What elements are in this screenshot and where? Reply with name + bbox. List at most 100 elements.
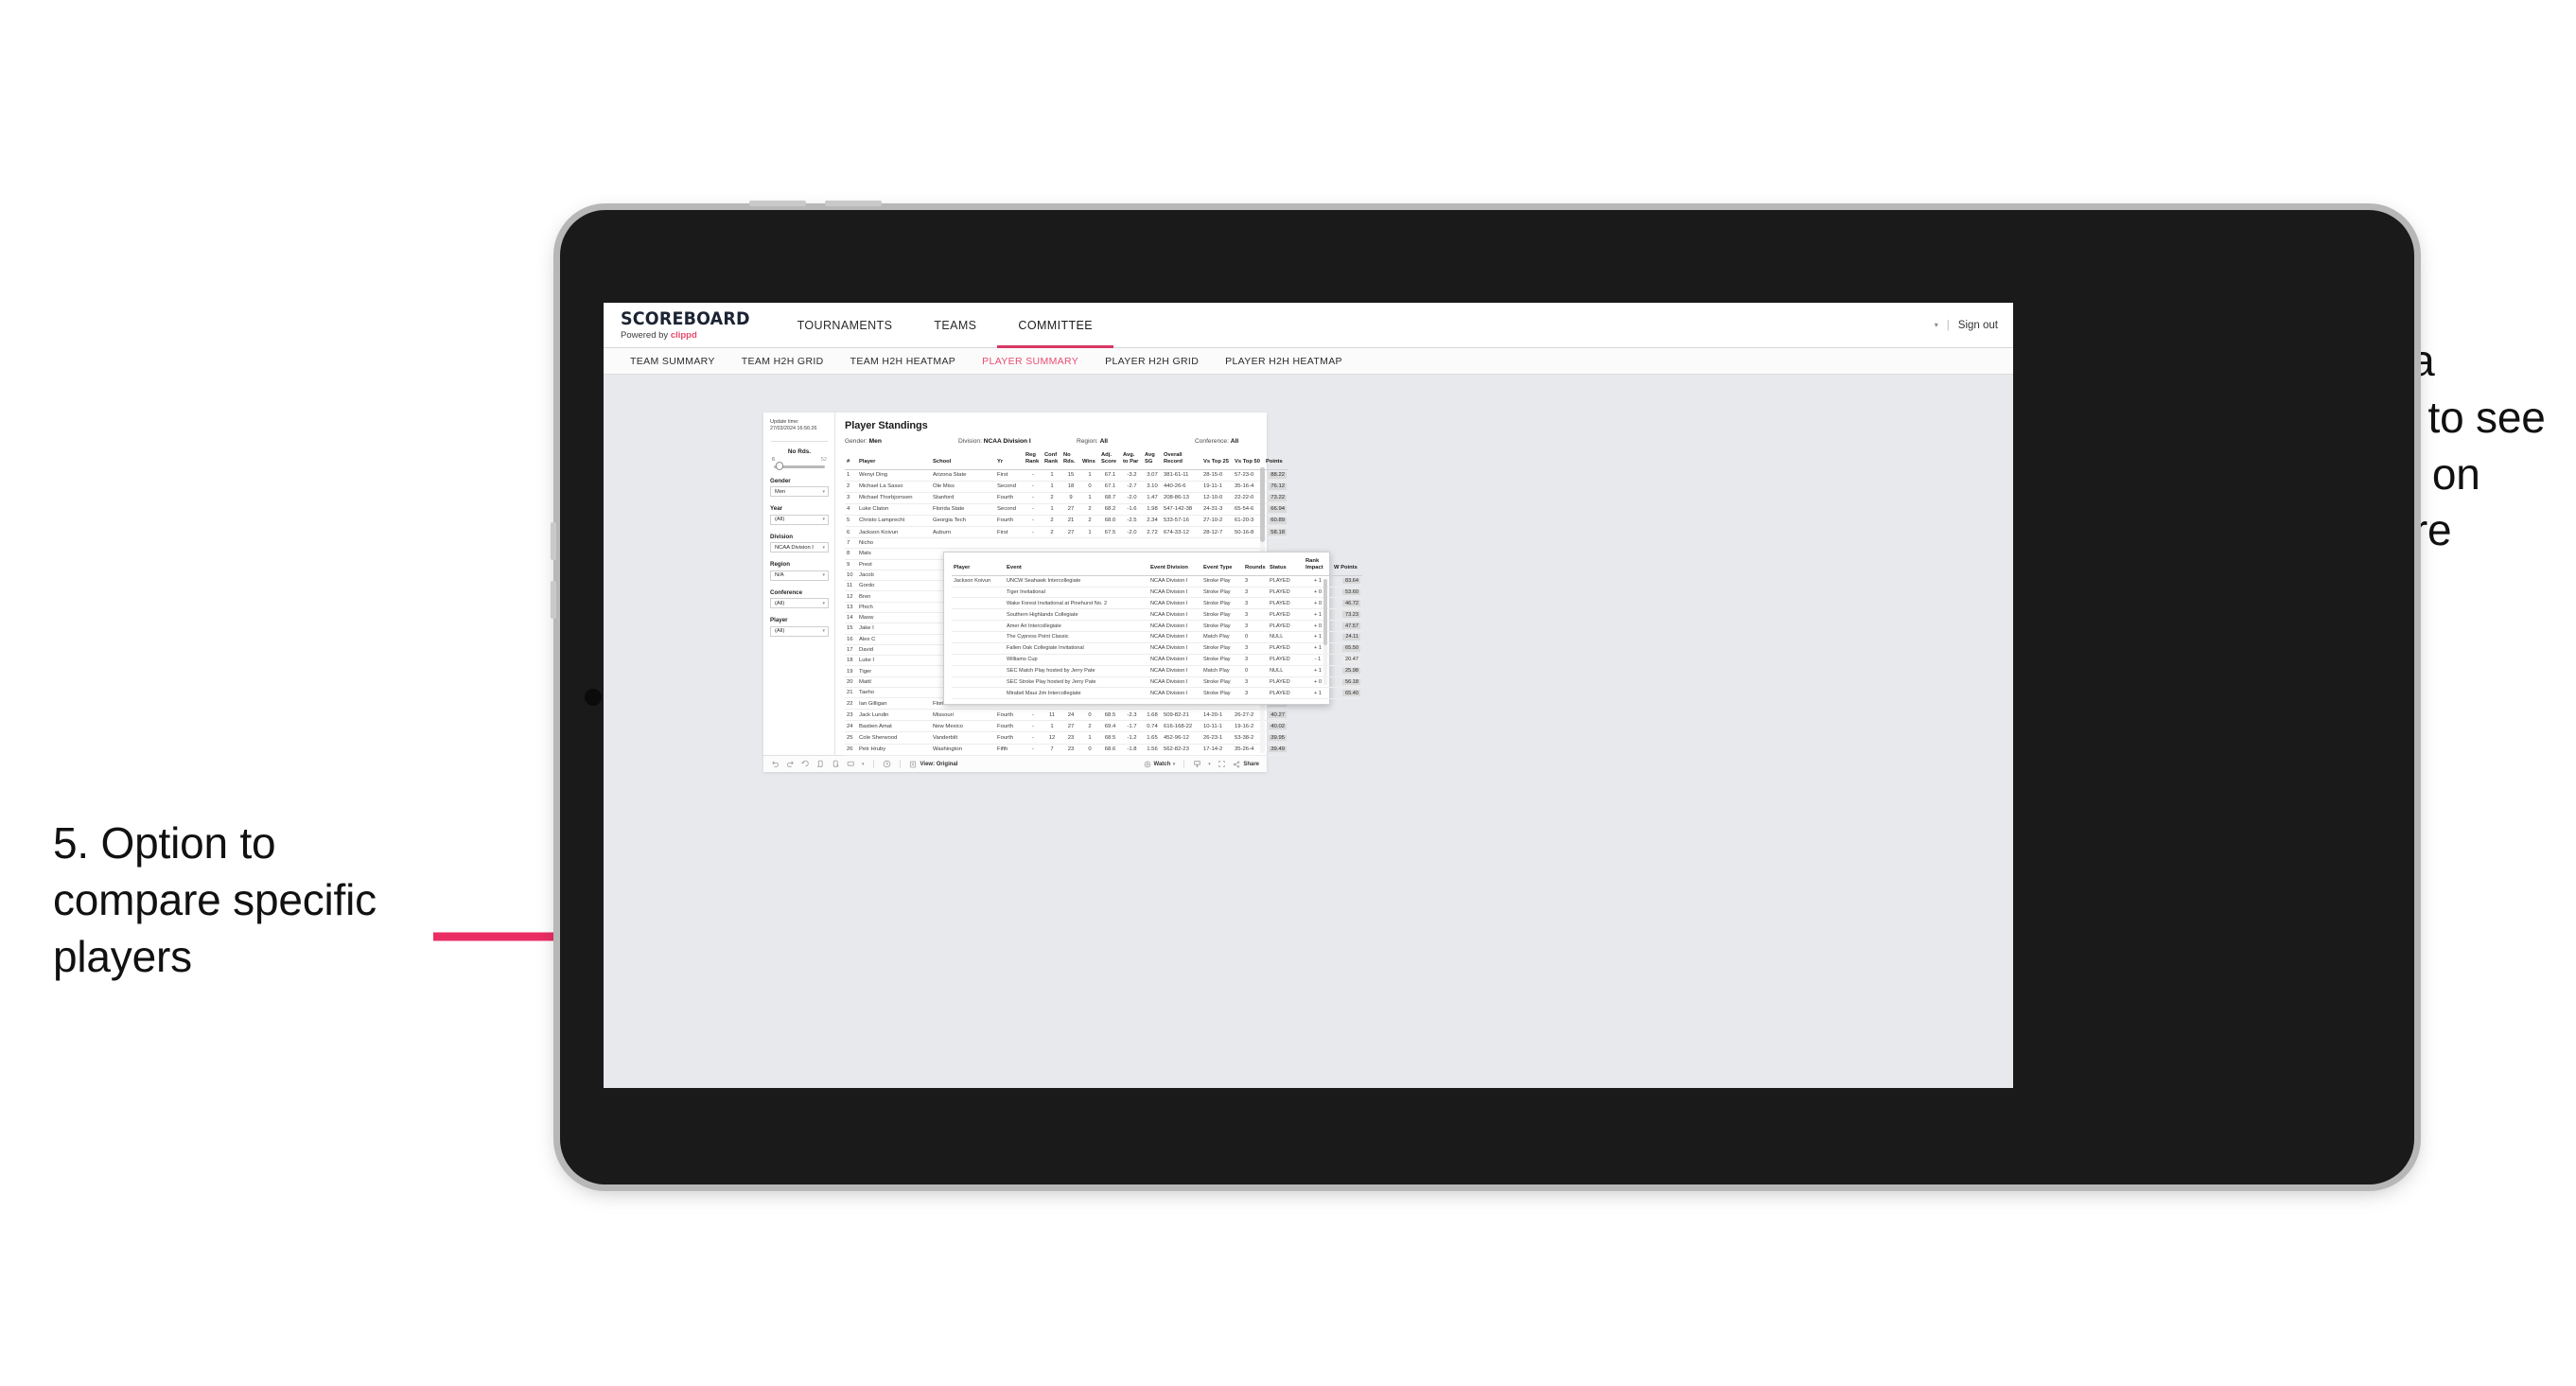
no-rounds-slider[interactable]: No Rds. 6 52	[770, 448, 829, 471]
table-row[interactable]: 6 Jackson Koivun Auburn First - 2 27 1 6	[845, 526, 1288, 539]
tooltip-scrollbar[interactable]	[1323, 579, 1327, 686]
cell-rank: 25	[845, 731, 857, 745]
scrollbar-thumb[interactable]	[1323, 579, 1327, 645]
nav-tournaments[interactable]: TOURNAMENTS	[777, 303, 914, 347]
brand-logo[interactable]: SCOREBOARD Powered by clippd	[604, 303, 777, 347]
table-row[interactable]: 23 Jack Lundin Missouri Fourth - 11 24 0	[845, 709, 1288, 722]
subnav-player-summary[interactable]: PLAYER SUMMARY	[969, 356, 1092, 367]
cell-points[interactable]: 88.22	[1264, 469, 1288, 482]
cell-points[interactable]: 73.22	[1264, 492, 1288, 504]
side-button-a[interactable]	[551, 522, 556, 560]
no-rounds-min: 6	[772, 456, 776, 463]
tt-player	[952, 654, 1005, 666]
chevron-down-icon[interactable]: ▾	[1208, 762, 1211, 767]
tt-player	[952, 597, 1005, 610]
sign-out-link[interactable]: Sign out	[1958, 320, 1998, 331]
col-points[interactable]: Points	[1264, 451, 1288, 470]
undo-icon[interactable]	[771, 760, 780, 768]
slider-handle[interactable]	[776, 462, 783, 471]
table-row[interactable]: 1 Wenyi Ding Arizona State First - 1 15 …	[845, 469, 1288, 482]
cell-rds: 27	[1061, 720, 1080, 733]
subnav-team-h2h-grid[interactable]: TEAM H2H GRID	[728, 356, 837, 367]
cell-rds: 23	[1061, 731, 1080, 745]
volume-up-button[interactable]	[749, 201, 806, 206]
tt-rounds: 3	[1243, 687, 1268, 700]
col-wins[interactable]: Wins	[1080, 451, 1099, 470]
subnav-team-summary[interactable]: TEAM SUMMARY	[617, 356, 728, 367]
meta-conference-label: Conference:	[1195, 438, 1229, 445]
cell-points[interactable]: 39.49	[1264, 744, 1288, 756]
nav-teams[interactable]: TEAMS	[913, 303, 997, 347]
col-vs-top25[interactable]: Vs Top 25	[1201, 451, 1233, 470]
col-school[interactable]: School	[931, 451, 995, 470]
list-item: Jackson Koivun UNCW Seahawk Intercollegi…	[952, 575, 1362, 588]
col-avg-to-par[interactable]: Avg. to Par	[1121, 451, 1143, 470]
table-row[interactable]: 3 Michael Thorbjornsen Stanford Fourth -…	[845, 492, 1288, 504]
cell-school: Missouri	[931, 709, 995, 722]
table-row[interactable]: 25 Cole Sherwood Vanderbilt Fourth - 12 …	[845, 731, 1288, 745]
side-button-b[interactable]	[551, 581, 556, 619]
chevron-down-icon: ▾	[822, 544, 825, 551]
revert-icon[interactable]	[801, 760, 810, 768]
cell-points-hovered[interactable]: 58.18	[1264, 526, 1288, 539]
view-original-button[interactable]: View: Original	[909, 760, 957, 768]
watch-button[interactable]: Watch ▾	[1143, 760, 1175, 768]
filter-division-select[interactable]: NCAA Division I ▾	[770, 542, 829, 553]
chevron-down-icon[interactable]: ▾	[1935, 321, 1938, 329]
cell-rank: 5	[845, 515, 857, 527]
col-conf-rank[interactable]: Conf Rank	[1043, 451, 1061, 470]
share-button[interactable]: Share	[1233, 760, 1259, 768]
filter-player-select[interactable]: (All) ▾	[770, 625, 829, 637]
cell-points[interactable]: 60.89	[1264, 515, 1288, 527]
download-icon[interactable]	[1193, 760, 1201, 768]
col-adj-score[interactable]: Adj. Score	[1099, 451, 1121, 470]
cell-player: Jacob	[857, 570, 931, 582]
cell-reg	[1024, 537, 1043, 550]
volume-down-button[interactable]	[825, 201, 882, 206]
fullscreen-icon[interactable]	[1218, 760, 1226, 768]
cell-points[interactable]	[1264, 537, 1288, 550]
col-avg-sg[interactable]: Avg SG	[1143, 451, 1162, 470]
col-player[interactable]: Player	[857, 451, 931, 470]
redo-icon[interactable]	[786, 760, 795, 768]
pause-auto-update-icon[interactable]	[832, 760, 840, 768]
table-row[interactable]: 26 Petr Hruby Washington Fifth - 7 23 0	[845, 744, 1288, 756]
cell-points[interactable]: 76.12	[1264, 481, 1288, 493]
cell-rank: 10	[845, 570, 857, 582]
table-row[interactable]: 24 Bastien Amat New Mexico Fourth - 1 27…	[845, 720, 1288, 733]
col-reg-rank[interactable]: Reg Rank	[1024, 451, 1043, 470]
nav-committee[interactable]: COMMITTEE	[997, 303, 1113, 348]
filter-gender-select[interactable]: Men ▾	[770, 486, 829, 498]
refresh-icon[interactable]	[816, 760, 825, 768]
cell-sg: 3.10	[1143, 481, 1162, 493]
history-icon[interactable]	[883, 760, 891, 768]
col-no-rds[interactable]: No Rds.	[1061, 451, 1080, 470]
cell-player: Mattl	[857, 676, 931, 688]
cell-points[interactable]: 39.95	[1264, 731, 1288, 745]
col-yr[interactable]: Yr	[995, 451, 1024, 470]
cell-points[interactable]: 40.27	[1264, 709, 1288, 722]
wpoints-value: 65.40	[1342, 690, 1360, 697]
subnav-player-h2h-heatmap[interactable]: PLAYER H2H HEATMAP	[1212, 356, 1356, 367]
cell-school: Washington	[931, 744, 995, 756]
device-preview-icon[interactable]	[847, 760, 855, 768]
filter-year-select[interactable]: (All) ▾	[770, 514, 829, 525]
filter-conference-select[interactable]: (All) ▾	[770, 598, 829, 609]
chevron-down-icon[interactable]: ▾	[862, 762, 865, 767]
col-overall-rec[interactable]: Overall Record	[1162, 451, 1201, 470]
filter-region-select[interactable]: N/A ▾	[770, 570, 829, 581]
wpoints-value: 24.11	[1342, 634, 1360, 640]
table-row[interactable]: 2 Michael La Sasso Ole Miss Second - 1 1…	[845, 481, 1288, 493]
table-row[interactable]: 5 Christo Lamprecht Georgia Tech Fourth …	[845, 515, 1288, 527]
col-rank[interactable]: #	[845, 451, 857, 470]
subnav-team-h2h-heatmap[interactable]: TEAM H2H HEATMAP	[837, 356, 970, 367]
cell-points[interactable]: 40.02	[1264, 720, 1288, 733]
table-row[interactable]: 4 Luke Claton Florida State Second - 1 2…	[845, 503, 1288, 516]
tt-event: The Cypress Point Classic	[1005, 631, 1148, 643]
cell-points[interactable]: 66.94	[1264, 503, 1288, 516]
subnav-player-h2h-grid[interactable]: PLAYER H2H GRID	[1092, 356, 1212, 367]
slider-track[interactable]	[774, 462, 825, 471]
scrollbar-thumb[interactable]	[1260, 467, 1265, 542]
table-row[interactable]: 7 Nicho	[845, 537, 1288, 550]
cell-player: Christo Lamprecht	[857, 515, 931, 527]
